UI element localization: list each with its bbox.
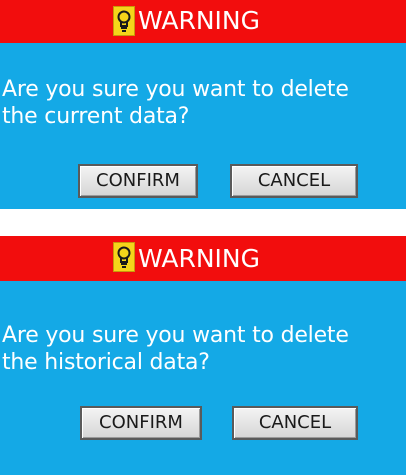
- delete-current-data-dialog: WARNING Are you sure you want to delete …: [0, 0, 406, 209]
- dialog-title: WARNING: [138, 244, 260, 273]
- title-bar: WARNING: [0, 236, 406, 281]
- cancel-button[interactable]: CANCEL: [232, 406, 358, 440]
- dialog-message: Are you sure you want to delete the hist…: [2, 323, 349, 375]
- warning-bulb-icon: [113, 242, 135, 272]
- dialog-title: WARNING: [138, 6, 260, 35]
- delete-historical-data-dialog: WARNING Are you sure you want to delete …: [0, 236, 406, 475]
- dialog-message: Are you sure you want to delete the curr…: [2, 77, 349, 129]
- warning-bulb-icon: [113, 6, 135, 36]
- cancel-button[interactable]: CANCEL: [230, 164, 358, 198]
- confirm-button[interactable]: CONFIRM: [78, 164, 198, 198]
- confirm-button[interactable]: CONFIRM: [80, 406, 202, 440]
- title-bar: WARNING: [0, 0, 406, 43]
